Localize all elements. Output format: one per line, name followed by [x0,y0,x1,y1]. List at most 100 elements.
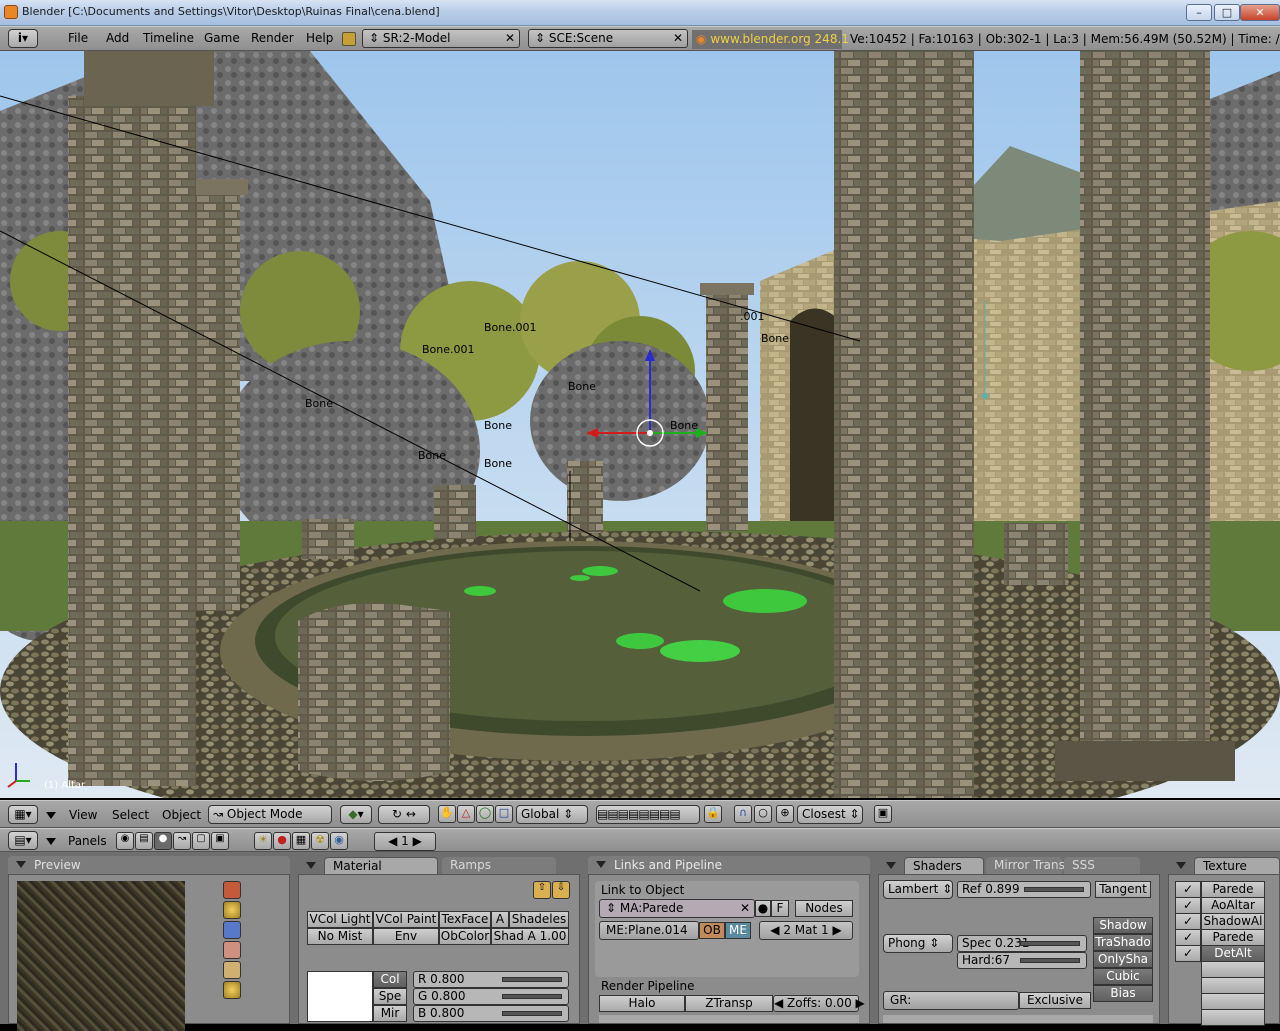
fake-user-toggle[interactable]: F [771,900,789,917]
color-swatch[interactable] [307,971,373,1022]
translate-icon[interactable]: △ [457,805,475,823]
texture-channel-5[interactable]: DetAlt [1201,945,1265,962]
layout-icon[interactable] [342,32,356,46]
texture-channel-empty[interactable] [1201,977,1265,994]
ztransp-toggle[interactable]: ZTransp [685,995,773,1012]
object-icon[interactable]: ↝ [173,832,191,850]
texture-channel-empty[interactable] [1201,1009,1265,1026]
preview-plane-icon[interactable] [223,881,241,899]
light-group-field[interactable]: GR: [883,991,1019,1010]
shading-icon[interactable]: ● [154,832,172,850]
env-toggle[interactable]: Env [373,928,439,945]
menu-game[interactable]: Game [204,31,240,45]
buttons-editor-type-menu[interactable]: ▤▾ [8,831,38,850]
halo-toggle[interactable]: Halo [599,995,685,1012]
preview-hair-icon[interactable] [223,961,241,979]
pivot-selector[interactable]: ↻ ↔ [378,805,430,824]
tab-sss[interactable]: SSS [1064,857,1140,874]
tangent-toggle[interactable]: Tangent [1095,881,1151,898]
specular-shader-selector[interactable]: Phong ⇕ [883,934,953,953]
minimize-button[interactable]: – [1186,4,1212,21]
bias-toggle[interactable]: Bias [1093,985,1153,1002]
fake-user-icon[interactable]: ● [755,900,771,917]
diffuse-shader-selector[interactable]: Lambert ⇕ [883,880,953,899]
shaders-collapse-icon[interactable] [886,862,896,869]
menu-render[interactable]: Render [251,31,294,45]
menu-timeline[interactable]: Timeline [143,31,194,45]
mode-selector[interactable]: ↝ Object Mode [208,805,332,824]
snap-mode-selector[interactable]: Closest ⇕ [797,805,863,824]
tab-shaders[interactable]: Shaders [904,857,984,874]
texture-channel-empty[interactable] [1201,993,1265,1010]
texture-channel-checkbox-3[interactable]: ✓ [1175,913,1201,930]
exclusive-toggle[interactable]: Exclusive [1019,992,1091,1009]
mir-button[interactable]: Mir [373,1005,407,1022]
texture-channel-1[interactable]: Parede [1201,881,1265,898]
link-ob-toggle[interactable]: OB [699,922,725,939]
texture-channel-checkbox-1[interactable]: ✓ [1175,881,1201,898]
blue-slider[interactable]: B 0.800 [413,1005,569,1022]
menu-file[interactable]: File [68,31,88,45]
maximize-button[interactable]: □ [1214,4,1240,21]
window-type-menu[interactable]: i▾ [8,29,38,48]
spec-slider[interactable]: Spec 0.231 [957,935,1087,952]
draw-type-selector[interactable]: ◆▾ [340,805,372,824]
tab-texture[interactable]: Texture [1194,857,1280,874]
scene-delete-icon[interactable]: ✕ [673,30,683,47]
preview-sky-icon[interactable] [223,981,241,999]
nodes-toggle[interactable]: Nodes [795,900,853,917]
vcol-paint-toggle[interactable]: VCol Paint [373,911,439,928]
links-panel-header[interactable]: Links and Pipeline [588,856,870,874]
radiosity-icon[interactable]: ☢ [311,832,329,850]
obcolor-toggle[interactable]: ObColor [439,928,491,945]
scale-icon[interactable]: □ [495,805,513,823]
texface-toggle[interactable]: TexFace [439,911,491,928]
material-collapse-icon[interactable] [306,862,316,869]
texture-channel-checkbox-5[interactable]: ✓ [1175,945,1201,962]
screen-selector[interactable]: ⇕ SR:2-Model ✕ [362,29,520,48]
menu-object[interactable]: Object [162,808,201,822]
editing-icon[interactable]: ▢ [192,832,210,850]
material-datablock[interactable]: ⇕ MA:Parede ✕ [599,899,755,918]
link-me-toggle[interactable]: ME [725,922,751,939]
logic-icon[interactable]: ◉ [116,832,134,850]
menu-select[interactable]: Select [112,808,149,822]
preview-panel-header[interactable]: Preview [8,856,290,874]
preview-monkey-icon[interactable] [223,941,241,959]
texture-channel-2[interactable]: AoAltar [1201,897,1265,914]
trashadow-toggle[interactable]: TraShado [1093,934,1153,951]
lamp-icon[interactable]: ☀ [254,832,272,850]
hand-icon[interactable]: ✋ [438,805,456,823]
zoffs-field[interactable]: ◀ Zoffs: 0.00 ▶ [773,995,865,1012]
no-mist-toggle[interactable]: No Mist [307,928,373,945]
preview-collapse-icon[interactable] [16,861,26,868]
shad-alpha-field[interactable]: Shad A 1.00 [491,928,569,945]
texture-channel-3[interactable]: ShadowAl [1201,913,1265,930]
3d-viewport[interactable]: Bone.001 Bone.001 Bone Bone Bone Bone Bo… [0,51,1280,798]
snap-target-icon[interactable]: ⊕ [776,805,794,823]
editor-type-menu[interactable]: ▦▾ [8,805,38,824]
rotate-icon[interactable]: ◯ [476,805,494,823]
green-slider[interactable]: G 0.800 [413,988,569,1005]
tab-material[interactable]: Material [324,857,438,874]
lock-icon[interactable]: 🔒 [704,805,722,823]
tab-ramps[interactable]: Ramps [442,857,556,874]
texture-channel-empty[interactable] [1201,961,1265,978]
world-icon[interactable]: ◉ [330,832,348,850]
script-icon[interactable]: ▤ [135,832,153,850]
orientation-selector[interactable]: Global ⇕ [516,805,588,824]
menu-add[interactable]: Add [106,31,129,45]
scene-selector[interactable]: ⇕ SCE:Scene ✕ [528,29,688,48]
shadeless-toggle[interactable]: Shadeles [509,911,569,928]
shadow-toggle[interactable]: Shadow [1093,917,1153,934]
texture-icon[interactable]: ▦ [292,832,310,850]
alpha-toggle[interactable]: A [491,911,509,928]
collapse-panels-icon[interactable] [46,838,56,845]
preview-sphere-icon[interactable] [223,901,241,919]
ref-slider[interactable]: Ref 0.899 [957,881,1091,898]
render-preview-icon[interactable]: ▣ [874,805,892,823]
preview-cube-icon[interactable] [223,921,241,939]
cubic-toggle[interactable]: Cubic [1093,968,1153,985]
texture-channel-4[interactable]: Parede [1201,929,1265,946]
red-slider[interactable]: R 0.800 [413,971,569,988]
